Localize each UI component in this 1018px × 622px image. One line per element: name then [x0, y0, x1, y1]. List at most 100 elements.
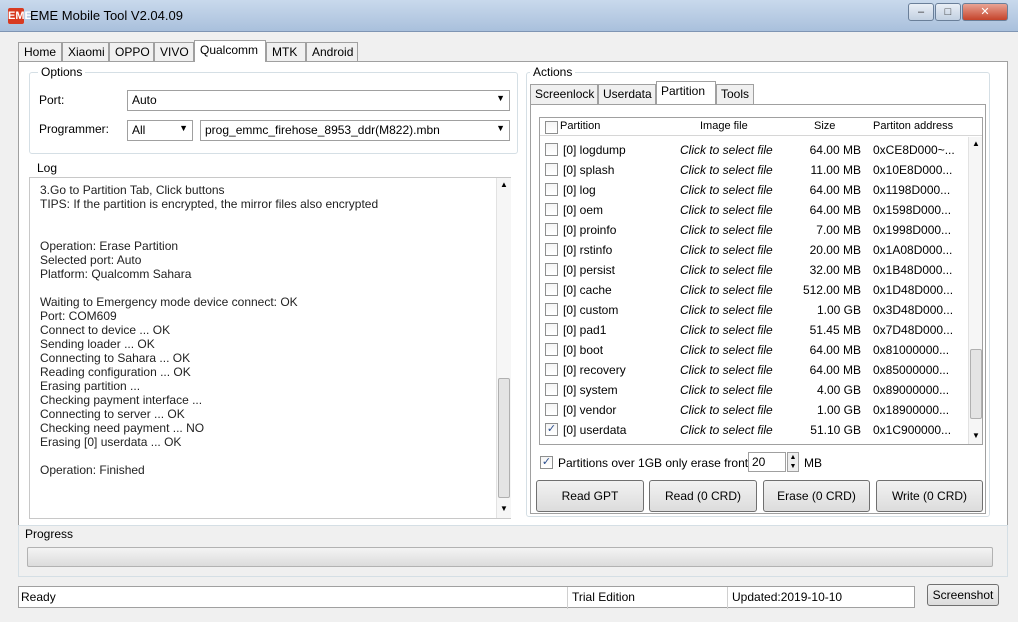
- partition-name: [0] rstinfo: [563, 243, 613, 257]
- image-file-cell[interactable]: Click to select file: [680, 343, 773, 357]
- screenshot-button[interactable]: Screenshot: [927, 584, 999, 606]
- minimize-icon[interactable]: –: [908, 3, 934, 21]
- size-cell: 64.00 MB: [809, 203, 861, 217]
- tab-oppo[interactable]: OPPO: [109, 42, 154, 61]
- scroll-up-icon[interactable]: ▲: [972, 139, 980, 148]
- log-scroll-thumb[interactable]: [498, 378, 510, 498]
- image-file-cell[interactable]: Click to select file: [680, 263, 773, 277]
- image-file-cell[interactable]: Click to select file: [680, 363, 773, 377]
- row-checkbox[interactable]: [545, 143, 558, 156]
- image-file-cell[interactable]: Click to select file: [680, 383, 773, 397]
- select-all-checkbox[interactable]: [545, 121, 558, 134]
- tab-tools[interactable]: Tools: [716, 84, 754, 104]
- row-checkbox[interactable]: [545, 403, 558, 416]
- tab-qualcomm[interactable]: Qualcomm: [194, 40, 266, 62]
- table-scroll-thumb[interactable]: [970, 349, 982, 419]
- table-row[interactable]: [0] proinfo Click to select file 7.00 MB 0x…: [540, 220, 970, 240]
- erase-front-input[interactable]: 20: [748, 452, 786, 472]
- chevron-down-icon: ▼: [496, 93, 505, 103]
- log-label: Log: [34, 161, 61, 175]
- table-row[interactable]: [0] logdump Click to select file 64.00 MB 0…: [540, 140, 970, 160]
- table-row[interactable]: [0] custom Click to select file 1.00 GB 0x3…: [540, 300, 970, 320]
- table-row[interactable]: ✓ [0] userdata Click to select file 51.10 G…: [540, 420, 970, 440]
- image-file-cell[interactable]: Click to select file: [680, 283, 773, 297]
- tab-partition[interactable]: Partition: [656, 81, 716, 104]
- log-scrollbar[interactable]: ▲ ▼: [496, 178, 511, 518]
- status-updated: Updated:2019-10-10: [732, 590, 843, 604]
- row-checkbox[interactable]: [545, 383, 558, 396]
- row-checkbox[interactable]: [545, 203, 558, 216]
- qualcomm-panel: Options Port: Auto ▼ Programmer: All ▼ p…: [18, 61, 1008, 526]
- image-file-cell[interactable]: Click to select file: [680, 143, 773, 157]
- tab-vivo[interactable]: VIVO: [154, 42, 194, 61]
- partition-name: [0] system: [563, 383, 618, 397]
- tab-screenlock[interactable]: Screenlock: [530, 84, 598, 104]
- row-checkbox[interactable]: [545, 243, 558, 256]
- tab-android[interactable]: Android: [306, 42, 358, 61]
- tab-mtk[interactable]: MTK: [266, 42, 306, 61]
- programmer-filter-value: All: [132, 123, 146, 137]
- erase-front-checkbox[interactable]: ✓: [540, 456, 553, 469]
- image-file-cell[interactable]: Click to select file: [680, 323, 773, 337]
- scroll-up-icon[interactable]: ▲: [500, 180, 508, 189]
- programmer-filter-select[interactable]: All ▼: [127, 120, 193, 141]
- column-address[interactable]: Partiton address: [873, 120, 953, 132]
- row-checkbox[interactable]: [545, 183, 558, 196]
- erase-front-spinner[interactable]: ▲ ▼: [787, 452, 799, 472]
- table-row[interactable]: [0] system Click to select file 4.00 GB 0x8…: [540, 380, 970, 400]
- table-row[interactable]: [0] boot Click to select file 64.00 MB 0x81…: [540, 340, 970, 360]
- tab-home[interactable]: Home: [18, 42, 62, 61]
- log-textbox[interactable]: 3.Go to Partition Tab, Click buttons TIP…: [29, 177, 511, 519]
- programmer-value: prog_emmc_firehose_8953_ddr(M822).mbn: [205, 123, 440, 137]
- programmer-select[interactable]: prog_emmc_firehose_8953_ddr(M822).mbn ▼: [200, 120, 510, 141]
- size-cell: 32.00 MB: [809, 263, 861, 277]
- table-row[interactable]: [0] cache Click to select file 512.00 MB 0x…: [540, 280, 970, 300]
- table-row[interactable]: [0] log Click to select file 64.00 MB 0x119…: [540, 180, 970, 200]
- image-file-cell[interactable]: Click to select file: [680, 203, 773, 217]
- size-cell: 20.00 MB: [809, 243, 861, 257]
- maximize-icon[interactable]: □: [935, 3, 961, 21]
- table-row[interactable]: [0] pad1 Click to select file 51.45 MB 0x7D…: [540, 320, 970, 340]
- row-checkbox[interactable]: [545, 343, 558, 356]
- table-row[interactable]: [0] vendor Click to select file 1.00 GB 0x1…: [540, 400, 970, 420]
- scroll-down-icon[interactable]: ▼: [500, 504, 508, 513]
- column-partition[interactable]: Partition: [560, 120, 600, 132]
- row-checkbox[interactable]: ✓: [545, 423, 558, 436]
- row-checkbox[interactable]: [545, 263, 558, 276]
- write-button[interactable]: Write (0 CRD): [876, 480, 983, 512]
- row-checkbox[interactable]: [545, 223, 558, 236]
- read-button[interactable]: Read (0 CRD): [649, 480, 757, 512]
- close-icon[interactable]: ✕: [962, 3, 1008, 21]
- table-row[interactable]: [0] recovery Click to select file 64.00 MB…: [540, 360, 970, 380]
- status-state: Ready: [21, 590, 56, 604]
- image-file-cell[interactable]: Click to select file: [680, 243, 773, 257]
- image-file-cell[interactable]: Click to select file: [680, 303, 773, 317]
- scroll-down-icon[interactable]: ▼: [972, 431, 980, 440]
- image-file-cell[interactable]: Click to select file: [680, 183, 773, 197]
- row-checkbox[interactable]: [545, 283, 558, 296]
- table-row[interactable]: [0] oem Click to select file 64.00 MB 0x159…: [540, 200, 970, 220]
- erase-button[interactable]: Erase (0 CRD): [763, 480, 870, 512]
- port-select[interactable]: Auto ▼: [127, 90, 510, 111]
- column-size[interactable]: Size: [814, 120, 835, 132]
- row-checkbox[interactable]: [545, 363, 558, 376]
- partition-name: [0] oem: [563, 203, 604, 217]
- tab-xiaomi[interactable]: Xiaomi: [62, 42, 109, 61]
- table-row[interactable]: [0] splash Click to select file 11.00 MB 0x…: [540, 160, 970, 180]
- table-row[interactable]: [0] persist Click to select file 32.00 MB 0…: [540, 260, 970, 280]
- row-checkbox[interactable]: [545, 163, 558, 176]
- partition-table: Partition Image file Size Partiton addre…: [539, 117, 983, 445]
- programmer-label: Programmer:: [39, 122, 110, 136]
- table-row[interactable]: [0] rstinfo Click to select file 20.00 MB 0…: [540, 240, 970, 260]
- image-file-cell[interactable]: Click to select file: [680, 163, 773, 177]
- row-checkbox[interactable]: [545, 323, 558, 336]
- image-file-cell[interactable]: Click to select file: [680, 403, 773, 417]
- read-gpt-button[interactable]: Read GPT: [536, 480, 644, 512]
- image-file-cell[interactable]: Click to select file: [680, 423, 773, 437]
- image-file-cell[interactable]: Click to select file: [680, 223, 773, 237]
- table-scrollbar[interactable]: ▲ ▼: [968, 137, 982, 444]
- row-checkbox[interactable]: [545, 303, 558, 316]
- tab-userdata[interactable]: Userdata: [598, 84, 656, 104]
- column-image-file[interactable]: Image file: [700, 120, 748, 132]
- size-cell: 1.00 GB: [816, 303, 861, 317]
